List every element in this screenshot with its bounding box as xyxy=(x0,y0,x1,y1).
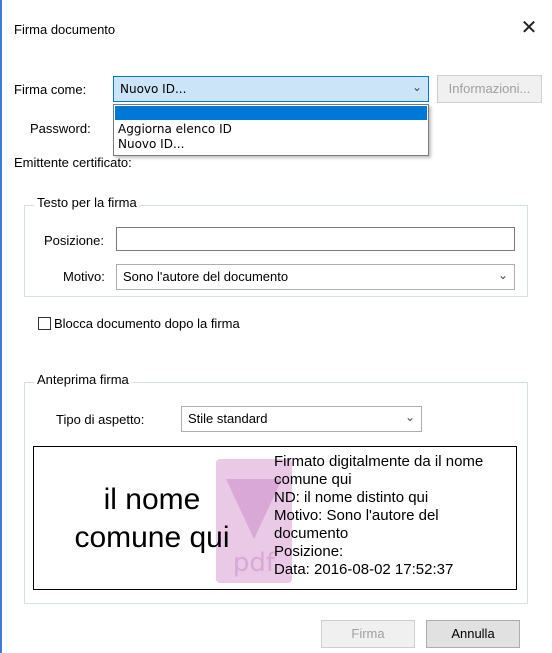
sign-as-value: Nuovo ID... xyxy=(120,82,187,96)
password-label: Password: xyxy=(30,121,91,136)
appearance-value: Stile standard xyxy=(188,411,268,426)
signature-preview-box: pdf il nome comune qui Firmato digitalme… xyxy=(33,446,517,590)
signature-preview-group-title: Anteprima firma xyxy=(34,372,132,387)
signature-name-line-2: comune qui xyxy=(74,521,230,554)
chevron-down-icon: ⌄ xyxy=(404,410,415,424)
cancel-button[interactable]: Annulla xyxy=(426,620,520,648)
dropdown-item-refresh-ids[interactable]: Aggiorna elenco ID xyxy=(118,122,232,136)
signature-detail-line: Data: 2016-08-02 17:52:37 xyxy=(274,561,454,578)
sign-as-dropdown-list[interactable]: Aggiorna elenco ID Nuovo ID... xyxy=(113,104,429,156)
signature-detail-line: comune qui xyxy=(274,471,352,488)
sign-button[interactable]: Firma xyxy=(321,620,415,648)
reason-combobox[interactable]: Sono l'autore del documento ⌄ xyxy=(116,264,515,290)
signature-name-line-1: il nome xyxy=(103,483,201,516)
dropdown-item-new-id[interactable]: Nuovo ID... xyxy=(118,137,184,151)
title-bar[interactable]: Firma documento xyxy=(0,0,552,46)
chevron-down-icon: ⌄ xyxy=(411,80,422,94)
sign-as-label: Firma come: xyxy=(14,82,87,97)
position-label: Posizione: xyxy=(44,233,104,248)
sign-as-combobox[interactable]: Nuovo ID... ⌄ xyxy=(113,76,429,102)
reason-value: Sono l'autore del documento xyxy=(123,269,289,284)
signature-detail-line: Posizione: xyxy=(274,543,344,560)
appearance-combobox[interactable]: Stile standard ⌄ xyxy=(181,406,422,432)
position-input[interactable] xyxy=(116,227,515,251)
lock-document-label[interactable]: Blocca documento dopo la firma xyxy=(54,316,240,331)
issuer-label: Emittente certificato: xyxy=(14,155,132,170)
info-button[interactable]: Informazioni... xyxy=(437,75,542,103)
window-title: Firma documento xyxy=(14,22,116,37)
signature-text-group-title: Testo per la firma xyxy=(34,195,140,210)
dropdown-selected-row[interactable] xyxy=(115,106,427,120)
close-icon[interactable]: ✕ xyxy=(516,16,542,42)
signature-detail-line: Motivo: Sono l'autore del xyxy=(274,507,439,524)
signature-detail-line: Firmato digitalmente da il nome xyxy=(274,453,484,470)
chevron-down-icon: ⌄ xyxy=(497,268,508,282)
appearance-label: Tipo di aspetto: xyxy=(56,412,145,427)
signature-detail-line: ND: il nome distinto qui xyxy=(274,489,429,506)
signature-details: Firmato digitalmente da il nome comune q… xyxy=(274,453,514,579)
signature-detail-line: documento xyxy=(274,525,349,542)
reason-label: Motivo: xyxy=(63,269,105,284)
window-left-edge xyxy=(0,0,2,653)
lock-document-checkbox[interactable] xyxy=(38,317,51,330)
